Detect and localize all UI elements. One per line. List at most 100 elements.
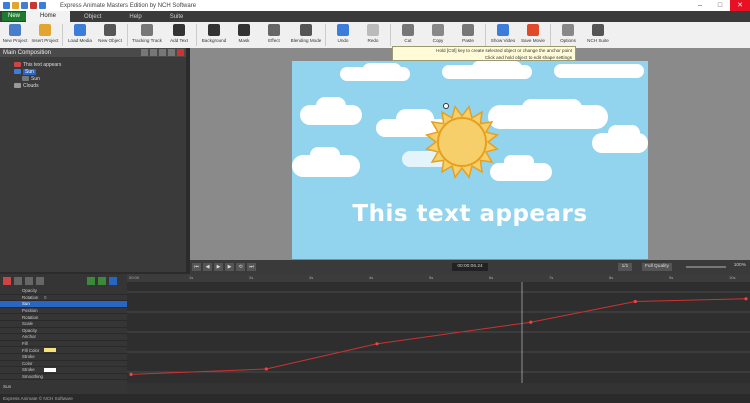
tree-item[interactable]: Clouds [0, 82, 186, 89]
property-row[interactable]: Rotation [0, 314, 127, 321]
keyframe-curve[interactable] [130, 298, 747, 375]
color-swatch[interactable] [44, 348, 56, 353]
animated-text[interactable]: This text appears [292, 201, 648, 227]
scissors-icon[interactable] [3, 277, 11, 285]
timeline-scrollbar[interactable] [127, 383, 750, 394]
background-icon [208, 24, 220, 36]
loop-button[interactable]: ⟲ [236, 263, 245, 271]
keyframe-icon[interactable] [14, 277, 22, 285]
ribbon-show-video-button[interactable]: Show Video [488, 22, 518, 48]
anchor-handle[interactable] [443, 103, 449, 109]
volume-slider[interactable] [686, 266, 726, 268]
ribbon-load-media-button[interactable]: Load Media [65, 22, 95, 48]
ribbon-mask-button[interactable]: Mask [229, 22, 259, 48]
property-row[interactable]: Fill [0, 341, 127, 348]
quick-access-toolbar [0, 2, 46, 9]
property-row[interactable]: Stroke [0, 354, 127, 361]
property-row[interactable]: Opacity [0, 288, 127, 295]
property-row[interactable]: Opacity [0, 328, 127, 335]
keyframe-point[interactable] [375, 342, 379, 346]
minimize-button[interactable]: – [690, 0, 710, 11]
add-layer-icon[interactable] [150, 49, 157, 56]
settings-icon[interactable] [168, 49, 175, 56]
undo-quick-icon[interactable] [30, 2, 37, 9]
property-name: Rotation [22, 294, 39, 300]
property-row[interactable]: Smoothing [0, 374, 127, 381]
tab-home[interactable]: Home [26, 11, 71, 22]
delete-icon[interactable] [177, 49, 184, 56]
quality-select[interactable]: Full Quality [642, 263, 672, 271]
ribbon-cut-button[interactable]: Cut [393, 22, 423, 48]
dropdown-icon[interactable] [141, 49, 148, 56]
ribbon-background-button[interactable]: Background [199, 22, 229, 48]
keyframe-graph[interactable]: 00:00 1s 2s 3s 4s 5s 6s 7s 8s 9s 10s [127, 274, 750, 394]
property-row[interactable]: Scale [0, 321, 127, 328]
duplicate-icon[interactable] [159, 49, 166, 56]
zoom-select[interactable]: 1/1 [618, 263, 632, 271]
ribbon-copy-button[interactable]: Copy [423, 22, 453, 48]
property-row[interactable]: Color [0, 361, 127, 368]
keyframe-point[interactable] [129, 372, 133, 376]
remove-keyframe-icon[interactable] [98, 277, 106, 285]
add-keyframe-icon[interactable] [87, 277, 95, 285]
ribbon-save-movie-button[interactable]: Save Movie [518, 22, 548, 48]
ribbon-blending-mode-button[interactable]: Blending Mode [289, 22, 323, 48]
property-list: Opacity Rotation 0 Sun Position Rotation Scale… [0, 274, 127, 394]
ribbon-redo-button[interactable]: Redo [358, 22, 388, 48]
skip-end-button[interactable]: ⏭ [247, 263, 256, 271]
skip-start-button[interactable]: ⏮ [192, 263, 201, 271]
redo-quick-icon[interactable] [39, 2, 46, 9]
tree-item[interactable]: Sun [0, 68, 186, 75]
new-quick-icon[interactable] [12, 2, 19, 9]
ribbon-add-text-button[interactable]: Add Text [164, 22, 194, 48]
tree-item[interactable]: Sun [0, 75, 186, 82]
info-icon[interactable] [109, 277, 117, 285]
ribbon-separator [196, 24, 197, 46]
ribbon-new-project-button[interactable]: New Project [0, 22, 30, 48]
panel-title: Main Composition [3, 49, 52, 56]
pen-icon[interactable] [25, 277, 33, 285]
sun-object[interactable] [425, 105, 499, 179]
property-row[interactable]: Rotation 0 [0, 295, 127, 302]
ribbon-label: Paste [462, 38, 474, 43]
property-row[interactable]: Stroke [0, 367, 127, 374]
preview-canvas[interactable]: This text appears [292, 61, 648, 259]
property-row[interactable]: Fill Color [0, 347, 127, 354]
keyframe-point[interactable] [529, 320, 533, 324]
play-button[interactable]: ▶ [214, 263, 223, 271]
property-row[interactable]: Sun [0, 301, 127, 308]
prev-frame-button[interactable]: ◀ [203, 263, 212, 271]
ribbon-insert-project-button[interactable]: Insert Project [30, 22, 60, 48]
property-row[interactable]: Position [0, 308, 127, 315]
ease-icon[interactable] [36, 277, 44, 285]
new-menu-button[interactable]: New [2, 12, 27, 21]
ribbon-undo-button[interactable]: Undo [328, 22, 358, 48]
ribbon-paste-button[interactable]: Paste [453, 22, 483, 48]
ribbon-separator [485, 24, 486, 46]
ribbon-label: NCH Suite [587, 38, 609, 43]
keyframe-point[interactable] [744, 297, 748, 301]
ribbon-options-button[interactable]: Options [553, 22, 583, 48]
save-quick-icon[interactable] [21, 2, 28, 9]
tree-item[interactable]: This text appears [0, 61, 186, 68]
tab-help[interactable]: Help [115, 14, 155, 20]
tab-object[interactable]: Object [70, 14, 115, 20]
ribbon-effect-button[interactable]: Effect [259, 22, 289, 48]
ribbon-tracking-track-button[interactable]: Tracking Track [130, 22, 164, 48]
ribbon-separator [127, 24, 128, 46]
ribbon-label: Show Video [490, 38, 516, 43]
property-row[interactable]: Anchor [0, 334, 127, 341]
window-title: Express Animate Masters Edition by NCH S… [60, 2, 197, 9]
property-value[interactable]: 0 [44, 295, 46, 300]
ribbon-nch-suite-button[interactable]: NCH Suite [583, 22, 613, 48]
next-frame-button[interactable]: ▶ [225, 263, 234, 271]
ribbon-new-object-button[interactable]: New Object [95, 22, 125, 48]
tab-suite[interactable]: Suite [156, 14, 198, 20]
color-swatch[interactable] [44, 367, 56, 372]
menu-bar: New Home Object Help Suite [0, 11, 750, 22]
ribbon-separator [550, 24, 551, 46]
keyframe-point[interactable] [633, 299, 637, 304]
close-button[interactable]: ✕ [730, 0, 750, 11]
maximize-button[interactable]: □ [710, 0, 730, 11]
keyframe-point[interactable] [264, 367, 268, 371]
